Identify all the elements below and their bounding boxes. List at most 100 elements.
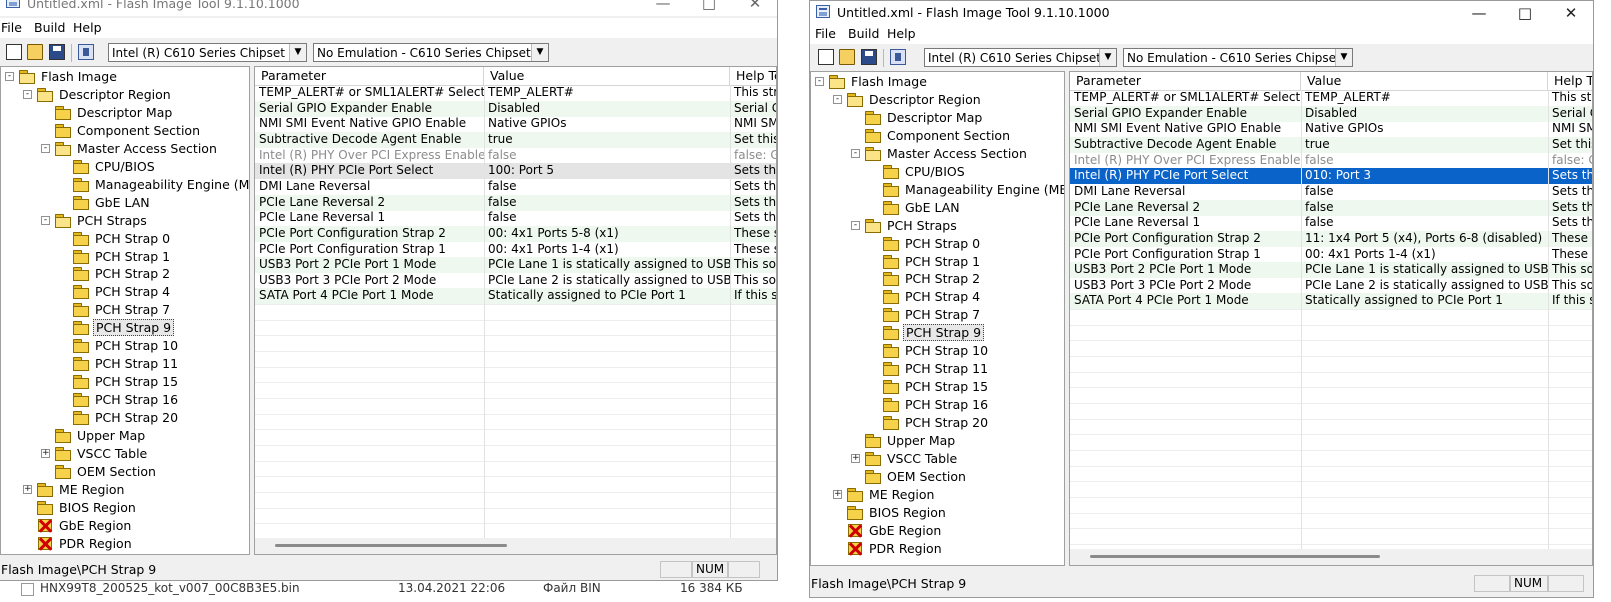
cell-value[interactable]: PCIe Lane 1 is statically assigned to US… xyxy=(1301,262,1548,278)
maximize-icon[interactable]: □ xyxy=(686,0,732,14)
cell-value[interactable]: Disabled xyxy=(484,101,730,117)
scrollbar-thumb[interactable] xyxy=(275,544,507,547)
emulation-select[interactable]: No Emulation - C610 Series Chipset ▼ xyxy=(313,43,549,62)
table-row[interactable]: PCIe Port Configuration Strap 2 00: 4x1 P… xyxy=(255,225,776,242)
build-icon[interactable] xyxy=(78,44,94,60)
table-row[interactable]: Intel (R) PHY Over PCI Express Enable fal… xyxy=(1070,153,1592,169)
table-row[interactable]: USB3 Port 2 PCIe Port 1 Mode PCIe Lane 1 … xyxy=(1070,262,1592,279)
chipset-select[interactable]: Intel (R) C610 Series Chipset ▼ xyxy=(108,43,307,62)
table-row[interactable]: PCIe Lane Reversal 1 false Sets the xyxy=(255,210,776,226)
cell-value[interactable]: Native GPIOs xyxy=(484,116,730,132)
cell-value[interactable]: true xyxy=(484,132,730,148)
table-row[interactable]: Serial GPIO Expander Enable Disabled Seria… xyxy=(1070,105,1592,122)
table-row[interactable]: SATA Port 4 PCIe Port 1 Mode Statically a… xyxy=(1070,293,1592,310)
table-row[interactable]: Subtractive Decode Agent Enable true Set t… xyxy=(1070,136,1592,153)
cell-value[interactable]: PCIe Lane 2 is statically assigned to US… xyxy=(484,273,730,289)
cell-value[interactable]: 00: 4x1 Ports 1-4 (x1) xyxy=(484,242,730,258)
cell-value[interactable]: true xyxy=(1301,137,1548,153)
open-folder-icon[interactable] xyxy=(27,44,43,60)
table-row[interactable]: Intel (R) PHY Over PCI Express Enable fal… xyxy=(255,148,776,164)
emulation-select[interactable]: No Emulation - C610 Series Chipset ▼ xyxy=(1123,48,1353,67)
table-row[interactable]: USB3 Port 3 PCIe Port 2 Mode PCIe Lane 2 … xyxy=(1070,278,1592,294)
table-row[interactable]: PCIe Port Configuration Strap 2 11: 1x4 P… xyxy=(1070,230,1592,247)
table-row[interactable]: USB3 Port 2 PCIe Port 1 Mode PCIe Lane 1 … xyxy=(255,257,776,274)
cell-value[interactable]: false xyxy=(1301,153,1548,169)
table-row[interactable]: USB3 Port 3 PCIe Port 2 Mode PCIe Lane 2 … xyxy=(255,273,776,289)
table-row[interactable]: Serial GPIO Expander Enable Disabled Seria… xyxy=(255,100,776,117)
collapse-icon[interactable]: - xyxy=(815,77,824,86)
chevron-down-icon[interactable]: ▼ xyxy=(1099,49,1116,66)
collapse-icon[interactable]: - xyxy=(833,94,842,104)
close-icon[interactable]: ✕ xyxy=(732,0,777,14)
table-row[interactable]: DMI Lane Reversal false Sets the xyxy=(255,179,776,195)
table-row[interactable]: PCIe Port Configuration Strap 1 00: 4x1 P… xyxy=(255,242,776,258)
menu-help[interactable]: Help xyxy=(887,26,916,41)
cell-value[interactable]: PCIe Lane 2 is statically assigned to US… xyxy=(1301,278,1548,294)
cell-value[interactable]: false xyxy=(484,195,730,211)
file-checkbox[interactable] xyxy=(21,583,34,596)
column-header-parameter[interactable]: Parameter xyxy=(1070,72,1301,90)
column-header-help[interactable]: Help Te xyxy=(730,67,776,85)
cell-value[interactable]: 00: 4x1 Ports 1-4 (x1) xyxy=(1301,247,1548,263)
cell-value[interactable]: 11: 1x4 Port 5 (x4), Ports 6-8 (disabled… xyxy=(1301,231,1548,247)
expand-icon[interactable]: + xyxy=(833,489,842,499)
horizontal-scrollbar[interactable] xyxy=(1070,549,1592,565)
table-row[interactable]: SATA Port 4 PCIe Port 1 Mode Statically a… xyxy=(255,288,776,305)
region-tree[interactable]: - Flash Image - Descriptor Region Descriptor… xyxy=(0,66,250,555)
collapse-icon[interactable]: - xyxy=(41,143,50,153)
cell-value[interactable]: 00: 4x1 Ports 5-8 (x1) xyxy=(484,226,730,242)
column-header-help[interactable]: Help Te xyxy=(1548,72,1592,90)
collapse-icon[interactable]: - xyxy=(851,220,860,230)
table-row[interactable]: Intel (R) PHY PCIe Port Select 010: Port … xyxy=(1070,168,1592,185)
collapse-icon[interactable]: - xyxy=(23,89,32,99)
menu-file[interactable]: File xyxy=(815,26,836,41)
collapse-icon[interactable]: - xyxy=(5,72,14,81)
horizontal-scrollbar[interactable] xyxy=(255,538,776,554)
cell-value[interactable]: Statically assigned to PCIe Port 1 xyxy=(1301,293,1548,309)
chipset-select[interactable]: Intel (R) C610 Series Chipset ▼ xyxy=(924,48,1117,67)
menu-help[interactable]: Help xyxy=(73,20,102,35)
menu-build[interactable]: Build xyxy=(848,26,879,41)
table-row[interactable]: PCIe Lane Reversal 2 false Sets the xyxy=(1070,199,1592,216)
menu-file[interactable]: File xyxy=(1,20,22,35)
collapse-icon[interactable]: - xyxy=(851,148,860,158)
cell-value[interactable]: Native GPIOs xyxy=(1301,121,1548,137)
cell-value[interactable]: false xyxy=(1301,184,1548,200)
new-file-icon[interactable] xyxy=(818,49,834,65)
column-header-value[interactable]: Value xyxy=(484,67,730,85)
cell-value[interactable]: false xyxy=(1301,215,1548,231)
table-row[interactable]: NMI SMI Event Native GPIO Enable Native G… xyxy=(255,116,776,132)
save-icon[interactable] xyxy=(861,49,877,65)
scrollbar-thumb[interactable] xyxy=(1090,555,1380,558)
cell-value[interactable]: false xyxy=(484,179,730,195)
cell-value[interactable]: TEMP_ALERT# xyxy=(1301,90,1548,106)
cell-value[interactable]: false xyxy=(484,210,730,226)
parameter-grid[interactable]: Parameter Value Help Te TEMP_ALERT# or S… xyxy=(1069,71,1593,566)
chevron-down-icon[interactable]: ▼ xyxy=(1335,49,1352,66)
chevron-down-icon[interactable]: ▼ xyxy=(531,44,548,61)
region-tree[interactable]: - Flash Image - Descriptor Region Descriptor… xyxy=(810,71,1065,566)
table-row[interactable]: TEMP_ALERT# or SML1ALERT# Select TEMP_ALE… xyxy=(255,85,776,101)
table-row[interactable]: NMI SMI Event Native GPIO Enable Native G… xyxy=(1070,121,1592,137)
expand-icon[interactable]: + xyxy=(23,484,32,494)
parameter-grid[interactable]: Parameter Value Help Te TEMP_ALERT# or S… xyxy=(254,66,777,555)
table-row[interactable]: PCIe Lane Reversal 1 false Sets the xyxy=(1070,215,1592,231)
menu-build[interactable]: Build xyxy=(34,20,65,35)
cell-value[interactable]: false xyxy=(484,148,730,164)
collapse-icon[interactable]: - xyxy=(41,215,50,225)
table-row[interactable]: Intel (R) PHY PCIe Port Select 100: Port … xyxy=(255,163,776,180)
cell-value[interactable]: false xyxy=(1301,200,1548,216)
cell-value[interactable]: PCIe Lane 1 is statically assigned to US… xyxy=(484,257,730,273)
new-file-icon[interactable] xyxy=(6,44,22,60)
table-row[interactable]: TEMP_ALERT# or SML1ALERT# Select TEMP_ALE… xyxy=(1070,90,1592,106)
column-header-value[interactable]: Value xyxy=(1301,72,1548,90)
table-row[interactable]: PCIe Port Configuration Strap 1 00: 4x1 P… xyxy=(1070,247,1592,263)
open-folder-icon[interactable] xyxy=(839,49,855,65)
cell-value[interactable]: Disabled xyxy=(1301,106,1548,122)
chevron-down-icon[interactable]: ▼ xyxy=(289,44,306,61)
minimize-icon[interactable]: — xyxy=(640,0,686,14)
table-row[interactable]: DMI Lane Reversal false Sets the xyxy=(1070,184,1592,200)
table-row[interactable]: Subtractive Decode Agent Enable true Set t… xyxy=(255,131,776,148)
save-icon[interactable] xyxy=(49,44,65,60)
cell-value[interactable]: 100: Port 5 xyxy=(484,163,730,179)
